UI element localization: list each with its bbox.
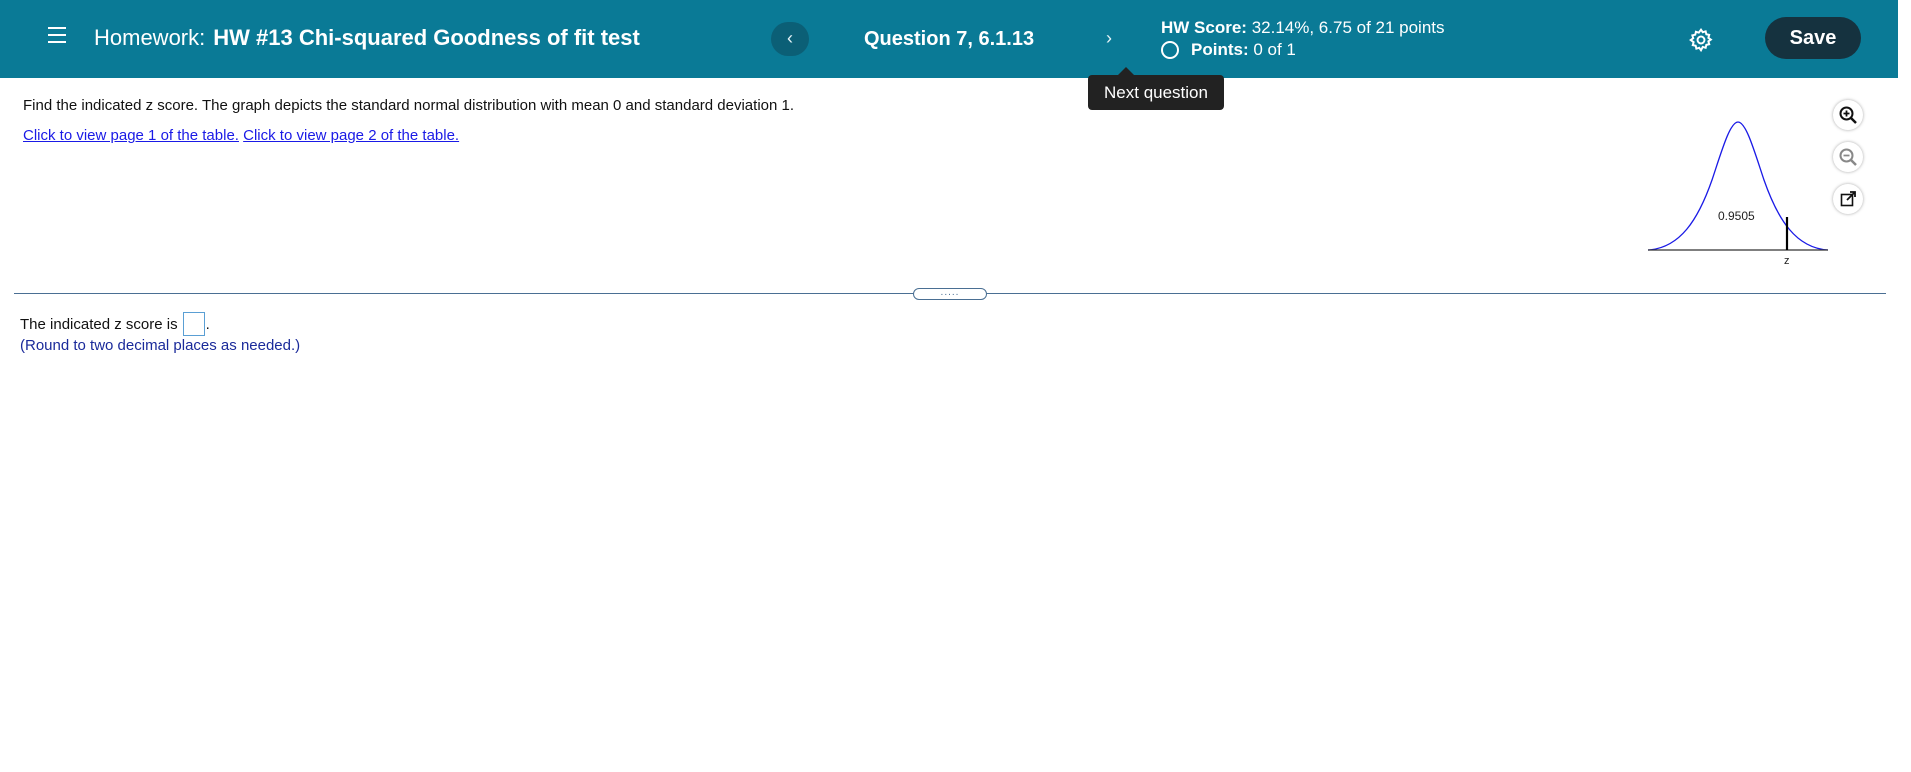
points-row: Points: 0 of 1	[1161, 39, 1445, 61]
hamburger-menu-icon[interactable]	[48, 27, 66, 43]
previous-question-button[interactable]: ‹	[771, 22, 809, 56]
settings-gear-icon[interactable]	[1688, 27, 1714, 53]
next-question-tooltip: Next question	[1088, 67, 1224, 110]
points-value: 0 of 1	[1253, 40, 1296, 59]
answer-line: The indicated z score is .	[20, 312, 210, 336]
external-link-icon[interactable]	[1833, 184, 1863, 214]
question-prompt: Find the indicated z score. The graph de…	[23, 97, 795, 114]
pane-resize-handle[interactable]: .....	[913, 288, 987, 300]
score-block: HW Score: 32.14%, 6.75 of 21 points Poin…	[1161, 17, 1445, 61]
z-axis-label: z	[1784, 255, 1790, 267]
area-label: 0.9505	[1718, 209, 1755, 223]
hw-score-label: HW Score:	[1161, 18, 1247, 37]
question-label: Question 7, 6.1.13	[864, 28, 1035, 50]
homework-title: Homework: HW #13 Chi-squared Goodness of …	[94, 25, 640, 51]
answer-prefix: The indicated z score is	[20, 315, 178, 333]
table-links: Click to view page 1 of the table. Click…	[23, 127, 459, 144]
normal-curve	[1647, 121, 1829, 251]
hw-score-value: 32.14%, 6.75 of 21 points	[1251, 18, 1445, 37]
answer-suffix: .	[205, 315, 210, 333]
zoom-in-icon[interactable]	[1833, 100, 1863, 130]
homework-title-prefix: Homework:	[94, 25, 206, 50]
rounding-note: (Round to two decimal places as needed.)	[20, 337, 301, 354]
homework-title-name: HW #13 Chi-squared Goodness of fit test	[213, 25, 640, 50]
graph-tools	[1833, 100, 1863, 226]
table-page-1-link[interactable]: Click to view page 1 of the table.	[23, 127, 239, 144]
next-question-button[interactable]: ›	[1090, 22, 1128, 56]
save-button[interactable]: Save	[1765, 17, 1861, 59]
hw-score-row: HW Score: 32.14%, 6.75 of 21 points	[1161, 17, 1445, 39]
points-label: Points:	[1191, 40, 1249, 59]
points-status-circle-icon	[1161, 41, 1179, 59]
normal-distribution-graph: 0.9505 z	[1647, 121, 1829, 267]
zoom-out-icon[interactable]	[1833, 142, 1863, 172]
z-score-answer-input[interactable]	[182, 312, 205, 336]
table-page-2-link[interactable]: Click to view page 2 of the table.	[243, 127, 459, 144]
top-header-bar: Homework: HW #13 Chi-squared Goodness of …	[0, 0, 1898, 78]
